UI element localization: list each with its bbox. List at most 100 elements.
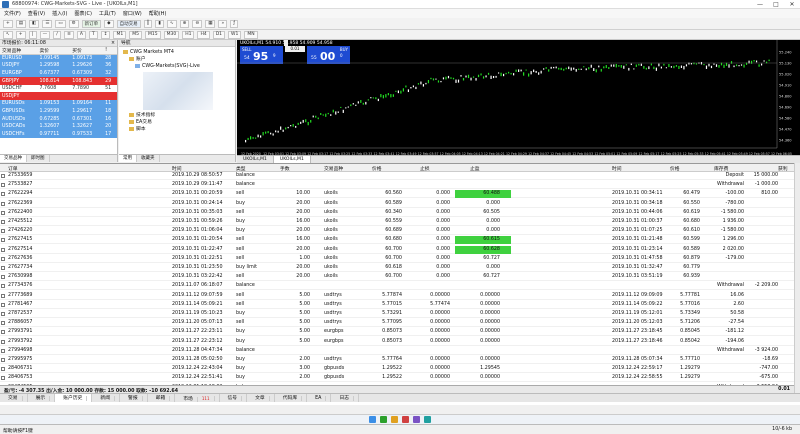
menu-window[interactable]: 窗口(W): [123, 10, 142, 17]
nav-account-server[interactable]: CWG-Markets(SVG)-Live: [123, 63, 231, 70]
menu-chart[interactable]: 图表(C): [75, 10, 92, 17]
zoom-in-icon[interactable]: ⊕: [179, 19, 190, 28]
terminal-tab-11[interactable]: 日志: [331, 394, 360, 402]
bar-chart-icon[interactable]: ┃: [143, 19, 153, 28]
cursor-icon[interactable]: ↖: [3, 30, 13, 39]
terminal-tab-4[interactable]: 警报: [120, 394, 148, 402]
terminal-tab-0[interactable]: 交易: [0, 394, 28, 402]
col-close-price[interactable]: 价格: [670, 165, 680, 172]
tf-m5[interactable]: M5: [129, 30, 142, 39]
maximize-button[interactable]: □: [768, 1, 784, 8]
terminal-tab-10[interactable]: EA: [307, 394, 332, 402]
terminal-tab-2[interactable]: 账户历史: [55, 394, 93, 402]
table-row[interactable]: 27872537 2019.11.19 05:10:23 buy 5.00 usdtry…: [0, 310, 800, 318]
indicators-icon[interactable]: ƒ: [230, 19, 239, 28]
table-row[interactable]: 27533827 2019.10.29 09:11:47 balance Withdr…: [0, 181, 800, 190]
tf-h1[interactable]: H1: [182, 30, 195, 39]
text-icon[interactable]: A: [76, 30, 86, 39]
market-row[interactable]: USDCADs 1.32607 1.32627 20: [0, 122, 117, 131]
market-row[interactable]: USDJPY: [0, 92, 117, 101]
tf-mn[interactable]: MN: [244, 30, 258, 39]
terminal-tab-7[interactable]: 信号: [220, 394, 248, 402]
nav-indicators[interactable]: 技术指标: [123, 112, 231, 119]
market-row[interactable]: USDCHFs 0.97711 0.97533 17: [0, 130, 117, 139]
col-symbol[interactable]: 交易品种: [0, 47, 38, 55]
col-close-time[interactable]: 时间: [612, 165, 622, 172]
market-row[interactable]: GBPJPY 108.814 108.843 29: [0, 77, 117, 85]
table-row[interactable]: 27886057 2019.11.20 05:07:13 sell 5.00 usdtr…: [0, 319, 800, 328]
col-symbol[interactable]: 交易品种: [324, 165, 343, 172]
close-button[interactable]: ✕: [784, 1, 800, 8]
tile-icon[interactable]: ▦: [205, 19, 216, 28]
crosshair-icon[interactable]: +: [15, 30, 26, 39]
tf-d1[interactable]: D1: [212, 30, 226, 39]
app-icon-3[interactable]: [391, 416, 398, 423]
price-chart[interactable]: UKOILs,M1 54.910 54.958 54.909 54.958 SE…: [237, 40, 800, 158]
menu-tools[interactable]: 工具(T): [99, 10, 116, 17]
market-row[interactable]: EURUSDs 1.09153 1.09164 11: [0, 100, 117, 108]
app-icon-5[interactable]: [413, 416, 420, 423]
app-icon-4[interactable]: [402, 416, 409, 423]
tab-symbols[interactable]: 交易品种: [0, 155, 27, 162]
metaeditor-icon[interactable]: ◆: [104, 19, 114, 28]
menu-insert[interactable]: 插入(I): [52, 10, 67, 17]
table-row[interactable]: 27627636 2019.10.31 01:22:51 sell 1.00 ukoil…: [0, 255, 800, 263]
menu-view[interactable]: 查看(V): [28, 10, 45, 17]
profiles-icon[interactable]: ▤: [15, 19, 27, 28]
terminal-icon[interactable]: ▭: [55, 19, 66, 28]
table-row[interactable]: 27781467 2019.11.14 05:09:21 sell 5.00 usdtr…: [0, 301, 800, 309]
nav-scripts[interactable]: 脚本: [123, 126, 231, 133]
app-icon-1[interactable]: [369, 416, 376, 423]
terminal-side-toolbar[interactable]: [794, 163, 800, 393]
line-chart-icon[interactable]: ∿: [166, 19, 177, 28]
table-row[interactable]: 27773689 2019.11.12 09:07:59 sell 5.00 usdtr…: [0, 292, 800, 300]
terminal-tab-1[interactable]: 展示: [28, 394, 56, 402]
market-watch-icon[interactable]: ◧: [29, 19, 40, 28]
app-icon-2[interactable]: [380, 416, 387, 423]
col-open-price[interactable]: 价格: [372, 165, 382, 172]
col-lots[interactable]: 手数: [280, 165, 290, 172]
tf-m1[interactable]: M1: [113, 30, 127, 39]
nav-accounts[interactable]: 账户: [123, 56, 231, 63]
table-row[interactable]: 28406731 2019.12.24 22:43:04 buy 3.00 gbpusd…: [0, 365, 800, 374]
table-row[interactable]: 27993791 2019.11.27 22:23:11 buy 5.00 eurgbp…: [0, 328, 800, 337]
table-row[interactable]: 27533659 2019.10.29 08:50:57 balance Deposi…: [0, 172, 800, 180]
table-row[interactable]: 27995975 2019.11.28 05:02:50 buy 2.00 usdtry…: [0, 356, 800, 364]
horizontal-line-icon[interactable]: —: [39, 30, 51, 39]
label-icon[interactable]: T: [88, 30, 98, 39]
minimize-button[interactable]: —: [752, 1, 768, 8]
tab-tick-chart[interactable]: 即时图: [27, 155, 50, 162]
menu-help[interactable]: 帮助(H): [149, 10, 167, 17]
tf-h4[interactable]: H4: [197, 30, 210, 39]
col-open-time[interactable]: 时间: [172, 165, 182, 172]
col-profit[interactable]: 获利: [778, 165, 788, 172]
nav-experts[interactable]: EA交易: [123, 119, 231, 126]
nav-root[interactable]: CWG Markets MT4: [123, 49, 231, 56]
col-type[interactable]: 类型: [236, 165, 246, 172]
col-swap[interactable]: 库存费: [714, 165, 728, 172]
auto-trading-button[interactable]: 自动交易: [116, 19, 141, 28]
navigator-icon[interactable]: ☰: [42, 19, 53, 28]
tf-m30[interactable]: M30: [163, 30, 180, 39]
table-row[interactable]: 27622369 2019.10.31 00:24:14 buy 20.00 ukoil…: [0, 200, 800, 208]
market-row[interactable]: USDJPY 1.29598 1.29626 36: [0, 62, 117, 70]
tf-m15[interactable]: M15: [144, 30, 161, 39]
market-row[interactable]: GBPUSDs 1.29599 1.29617 18: [0, 107, 117, 116]
autoscroll-icon[interactable]: »: [218, 19, 228, 28]
col-tp[interactable]: 止盈: [470, 165, 480, 172]
market-row[interactable]: USDCHF 7.7608 7.7890 51: [0, 84, 117, 93]
terminal-tab-3[interactable]: 新闻: [92, 394, 121, 402]
candle-chart-icon[interactable]: ▮: [155, 19, 164, 28]
terminal-tab-6[interactable]: 市场 111: [175, 394, 220, 402]
col-sl[interactable]: 止损: [420, 165, 430, 172]
tf-w1[interactable]: W1: [228, 30, 242, 39]
table-row[interactable]: 27425512 2019.10.31 00:59:26 buy 16.00 ukoil…: [0, 218, 800, 226]
vertical-line-icon[interactable]: |: [28, 30, 37, 39]
tab-common[interactable]: 常用: [119, 155, 137, 162]
table-row[interactable]: 27627415 2019.10.31 01:20:54 sell 16.00 ukoi…: [0, 236, 800, 245]
table-row[interactable]: 27426220 2019.10.31 01:06:04 buy 20.00 ukoil…: [0, 227, 800, 236]
chart-tab-1[interactable]: UKOILs,M1: [237, 156, 274, 163]
col-order[interactable]: 订单: [8, 165, 18, 172]
chart-tab-2[interactable]: UKOILs,M1: [273, 156, 311, 163]
arrow-icon[interactable]: ↕: [100, 30, 111, 39]
